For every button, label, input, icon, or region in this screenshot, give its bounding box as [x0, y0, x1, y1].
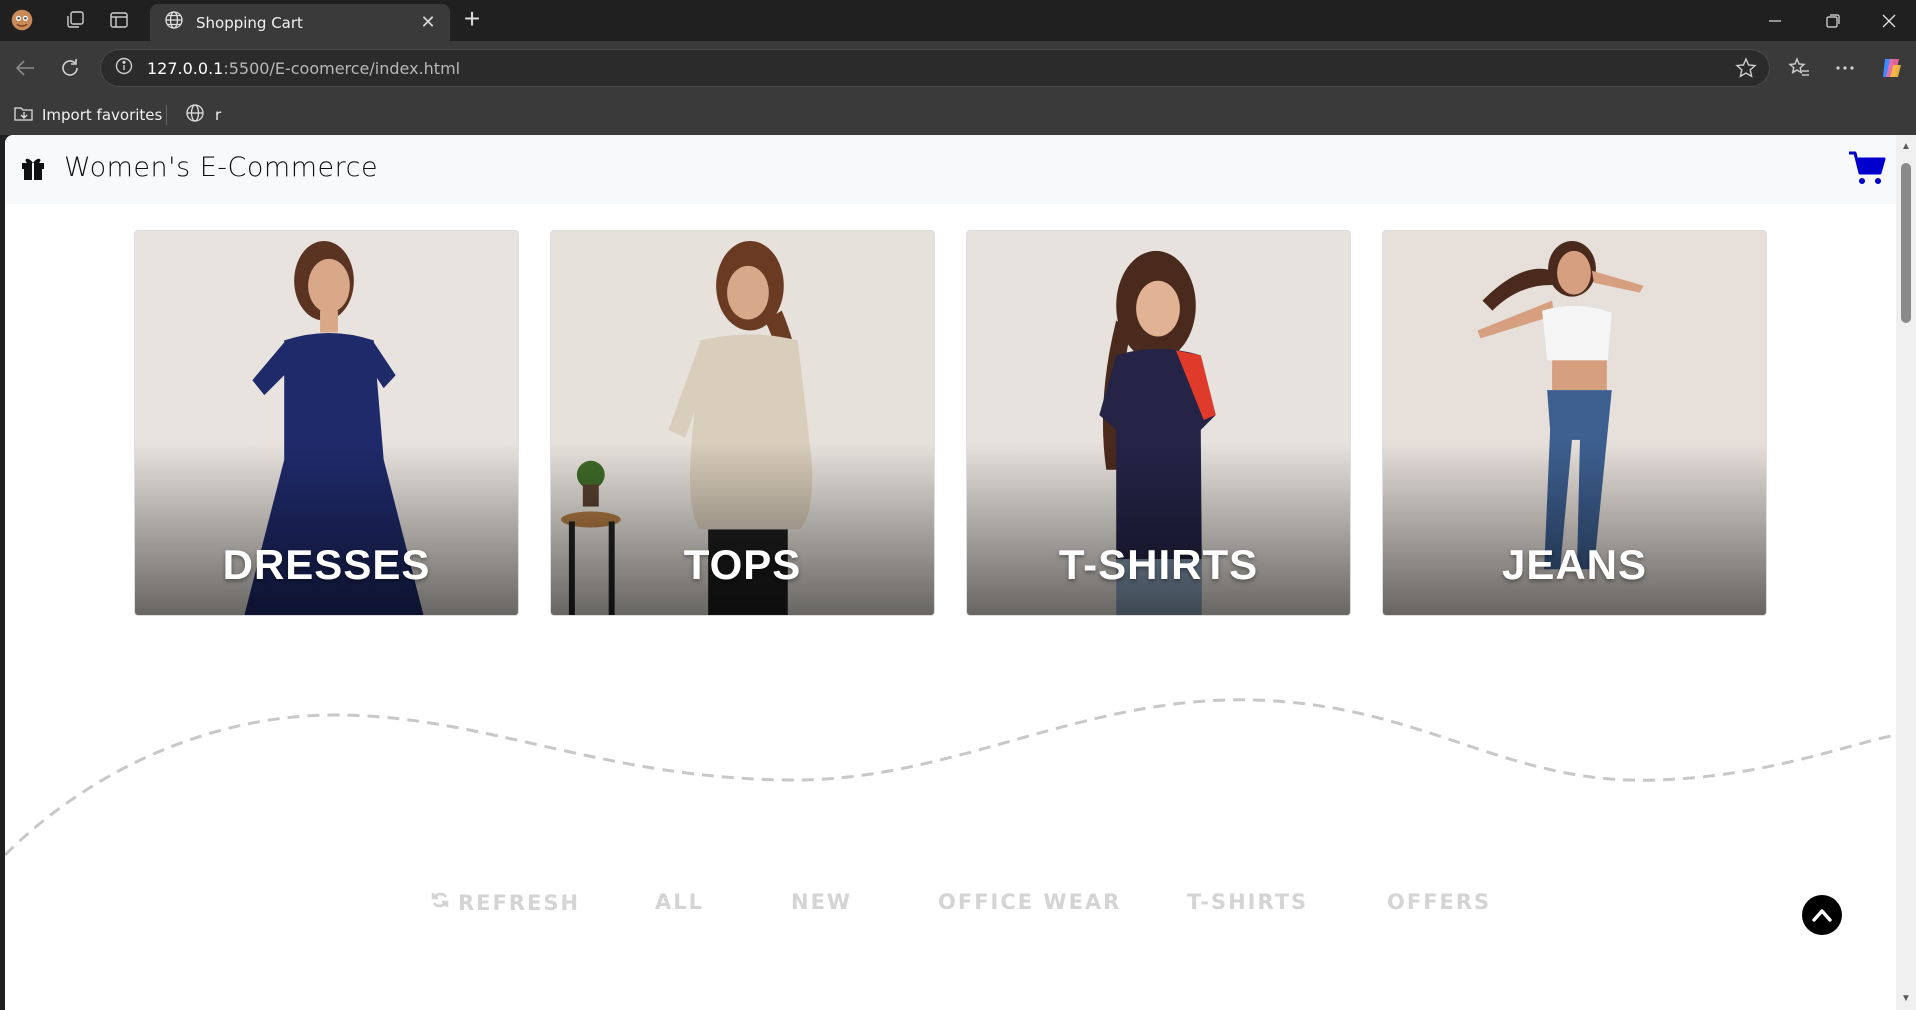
address-bar[interactable]: 127.0.0.1:5500/E-coomerce/index.html — [100, 49, 1770, 87]
globe-icon — [164, 10, 184, 35]
filter-label: REFRESH — [458, 890, 581, 915]
bookmarks-bar: Import favorites r — [0, 95, 1916, 135]
profile-avatar-icon[interactable] — [10, 8, 34, 32]
filter-offers[interactable]: OFFERS — [1387, 890, 1491, 914]
tab-actions-icon[interactable] — [107, 8, 131, 32]
close-window-button[interactable] — [1866, 0, 1912, 41]
site-navbar: Women's E-Commerce — [5, 135, 1896, 204]
category-cards: DRESSES TOPS T-SHIRTS JEANS — [5, 230, 1896, 616]
scroll-down-arrow-icon[interactable]: ▼ — [1900, 993, 1912, 1005]
bookmark-divider — [166, 105, 167, 125]
refresh-icon — [430, 890, 450, 915]
bookmark-label: Import favorites — [42, 106, 163, 124]
decorative-wave-divider — [5, 698, 1896, 857]
page-viewport: Women's E-Commerce DRESSES TOPS T-SHIRTS… — [5, 135, 1896, 1010]
category-card-tshirts[interactable]: T-SHIRTS — [966, 230, 1351, 616]
filter-all[interactable]: ALL — [655, 890, 704, 914]
restore-button[interactable] — [1810, 0, 1856, 41]
filter-office-wear[interactable]: OFFICE WEAR — [938, 890, 1121, 914]
scrollbar-thumb[interactable] — [1901, 163, 1911, 323]
favorites-icon[interactable] — [1784, 53, 1814, 83]
category-label: DRESSES — [222, 541, 431, 588]
workspaces-icon[interactable] — [63, 8, 87, 32]
browser-toolbar: 127.0.0.1:5500/E-coomerce/index.html — [0, 41, 1916, 95]
url-text: 127.0.0.1:5500/E-coomerce/index.html — [147, 58, 461, 78]
category-label: JEANS — [1501, 541, 1648, 588]
product-filter-bar: REFRESH ALL NEW OFFICE WEAR T-SHIRTS OFF… — [5, 890, 1896, 930]
close-tab-icon[interactable]: ✕ — [418, 12, 438, 33]
filter-refresh-button[interactable]: REFRESH — [430, 890, 580, 915]
scroll-up-arrow-icon[interactable]: ▲ — [1900, 141, 1912, 153]
copilot-icon[interactable] — [1877, 53, 1907, 83]
tab-title: Shopping Cart — [196, 13, 303, 32]
more-menu-icon[interactable] — [1830, 53, 1860, 83]
site-info-icon[interactable] — [115, 57, 133, 80]
category-card-dresses[interactable]: DRESSES — [134, 230, 519, 616]
category-card-tops[interactable]: TOPS — [550, 230, 935, 616]
browser-titlebar: Shopping Cart ✕ + — [0, 0, 1916, 41]
favorite-star-icon[interactable] — [1735, 57, 1757, 84]
shopping-cart-icon[interactable] — [1848, 150, 1886, 186]
reload-button[interactable] — [55, 53, 85, 83]
gift-icon[interactable] — [19, 154, 47, 182]
back-button[interactable] — [10, 53, 40, 83]
filter-tshirts[interactable]: T-SHIRTS — [1187, 890, 1308, 914]
new-tab-button[interactable]: + — [458, 5, 486, 34]
tab-shopping-cart[interactable]: Shopping Cart ✕ — [150, 4, 450, 41]
minimize-button[interactable] — [1752, 0, 1798, 41]
bookmark-import-favorites[interactable]: Import favorites — [14, 103, 162, 127]
back-to-top-button[interactable] — [1802, 895, 1842, 935]
site-brand[interactable]: Women's E-Commerce — [64, 152, 378, 183]
globe-icon — [185, 103, 205, 127]
bookmark-label: r — [215, 106, 222, 124]
import-folder-icon — [14, 104, 34, 126]
category-label: TOPS — [683, 541, 802, 588]
bookmark-r[interactable]: r — [185, 103, 221, 127]
category-card-jeans[interactable]: JEANS — [1382, 230, 1767, 616]
filter-new[interactable]: NEW — [791, 890, 852, 914]
category-label: T-SHIRTS — [1058, 541, 1259, 588]
chevron-up-icon — [1812, 909, 1832, 922]
page-scrollbar[interactable]: ▲ ▼ — [1896, 135, 1916, 1010]
